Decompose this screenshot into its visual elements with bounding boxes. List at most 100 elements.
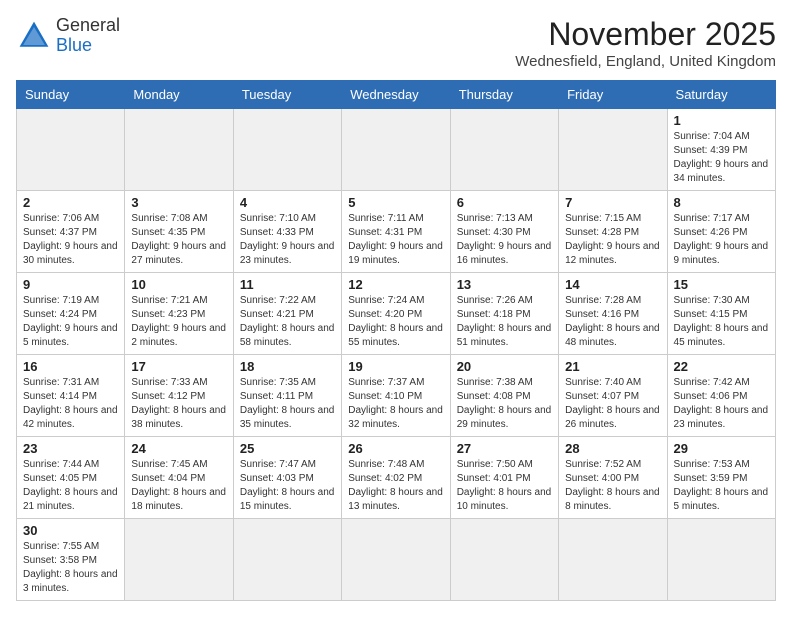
day-cell: 17Sunrise: 7:33 AM Sunset: 4:12 PM Dayli… — [125, 355, 233, 437]
day-info: Sunrise: 7:35 AM Sunset: 4:11 PM Dayligh… — [240, 376, 335, 432]
day-cell: 30 Sunrise: 7:55 AM Sunset: 3:58 PM Dayli… — [17, 519, 125, 601]
logo-text: General Blue — [56, 16, 120, 56]
day-info: Sunrise: 7:30 AM Sunset: 4:15 PM Dayligh… — [674, 294, 769, 350]
day-number: 8 — [674, 195, 769, 210]
day-number: 29 — [674, 441, 769, 456]
logo-icon — [16, 18, 52, 54]
day-cell: 12 Sunrise: 7:24 AM Sunset: 4:20 PM Dayli… — [342, 273, 450, 355]
day-info: Sunrise: 7:37 AM Sunset: 4:10 PM Dayligh… — [348, 376, 443, 432]
day-info: Sunrise: 7:26 AM Sunset: 4:18 PM Dayligh… — [457, 294, 552, 350]
day-cell — [450, 109, 558, 191]
day-cell: 3 Sunrise: 7:08 AM Sunset: 4:35 PM Daylig… — [125, 191, 233, 273]
day-cell: 21 Sunrise: 7:40 AM Sunset: 4:07 PM Dayli… — [559, 355, 667, 437]
weekday-header-tuesday: Tuesday — [233, 81, 341, 109]
calendar-body: 1 Sunrise: 7:04 AM Sunset: 4:39 PM Daylig… — [17, 109, 776, 601]
day-number: 3 — [131, 195, 226, 210]
day-cell: 20Sunrise: 7:38 AM Sunset: 4:08 PM Dayli… — [450, 355, 558, 437]
day-number: 10 — [131, 277, 226, 292]
day-cell: 11 Sunrise: 7:22 AM Sunset: 4:21 PM Dayli… — [233, 273, 341, 355]
day-info: Sunrise: 7:06 AM Sunset: 4:37 PM Dayligh… — [23, 212, 118, 268]
week-row-4: 16Sunrise: 7:31 AM Sunset: 4:14 PM Dayli… — [17, 355, 776, 437]
day-cell — [342, 519, 450, 601]
weekday-header-sunday: Sunday — [17, 81, 125, 109]
week-row-5: 23 Sunrise: 7:44 AM Sunset: 4:05 PM Dayli… — [17, 437, 776, 519]
day-number: 4 — [240, 195, 335, 210]
day-cell: 26Sunrise: 7:48 AM Sunset: 4:02 PM Dayli… — [342, 437, 450, 519]
day-info: Sunrise: 7:19 AM Sunset: 4:24 PM Dayligh… — [23, 294, 118, 350]
day-number: 23 — [23, 441, 118, 456]
day-cell: 15 Sunrise: 7:30 AM Sunset: 4:15 PM Dayli… — [667, 273, 775, 355]
day-info: Sunrise: 7:17 AM Sunset: 4:26 PM Dayligh… — [674, 212, 769, 268]
day-cell — [125, 519, 233, 601]
day-info: Sunrise: 7:04 AM Sunset: 4:39 PM Dayligh… — [674, 130, 769, 186]
day-info: Sunrise: 7:50 AM Sunset: 4:01 PM Dayligh… — [457, 458, 552, 514]
day-number: 28 — [565, 441, 660, 456]
day-cell: 19Sunrise: 7:37 AM Sunset: 4:10 PM Dayli… — [342, 355, 450, 437]
day-cell: 29 Sunrise: 7:53 AM Sunset: 3:59 PM Dayli… — [667, 437, 775, 519]
day-info: Sunrise: 7:44 AM Sunset: 4:05 PM Dayligh… — [23, 458, 118, 514]
day-number: 18 — [240, 359, 335, 374]
day-number: 13 — [457, 277, 552, 292]
day-cell: 16Sunrise: 7:31 AM Sunset: 4:14 PM Dayli… — [17, 355, 125, 437]
day-number: 11 — [240, 277, 335, 292]
day-cell: 2 Sunrise: 7:06 AM Sunset: 4:37 PM Daylig… — [17, 191, 125, 273]
day-info: Sunrise: 7:15 AM Sunset: 4:28 PM Dayligh… — [565, 212, 660, 268]
day-number: 7 — [565, 195, 660, 210]
week-row-3: 9 Sunrise: 7:19 AM Sunset: 4:24 PM Daylig… — [17, 273, 776, 355]
weekday-header-monday: Monday — [125, 81, 233, 109]
day-info: Sunrise: 7:53 AM Sunset: 3:59 PM Dayligh… — [674, 458, 769, 514]
day-number: 15 — [674, 277, 769, 292]
day-number: 6 — [457, 195, 552, 210]
day-number: 9 — [23, 277, 118, 292]
day-number: 20 — [457, 359, 552, 374]
day-cell — [233, 519, 341, 601]
day-number: 27 — [457, 441, 552, 456]
day-cell: 1 Sunrise: 7:04 AM Sunset: 4:39 PM Daylig… — [667, 109, 775, 191]
day-cell — [450, 519, 558, 601]
day-cell: 6 Sunrise: 7:13 AM Sunset: 4:30 PM Daylig… — [450, 191, 558, 273]
day-info: Sunrise: 7:28 AM Sunset: 4:16 PM Dayligh… — [565, 294, 660, 350]
day-info: Sunrise: 7:47 AM Sunset: 4:03 PM Dayligh… — [240, 458, 335, 514]
day-number: 2 — [23, 195, 118, 210]
day-cell: 13 Sunrise: 7:26 AM Sunset: 4:18 PM Dayli… — [450, 273, 558, 355]
day-cell: 23 Sunrise: 7:44 AM Sunset: 4:05 PM Dayli… — [17, 437, 125, 519]
day-cell: 24Sunrise: 7:45 AM Sunset: 4:04 PM Dayli… — [125, 437, 233, 519]
weekday-header-wednesday: Wednesday — [342, 81, 450, 109]
day-cell — [559, 519, 667, 601]
calendar-title: November 2025 — [515, 16, 776, 53]
day-number: 1 — [674, 113, 769, 128]
day-number: 21 — [565, 359, 660, 374]
week-row-6: 30 Sunrise: 7:55 AM Sunset: 3:58 PM Dayli… — [17, 519, 776, 601]
day-cell: 8 Sunrise: 7:17 AM Sunset: 4:26 PM Daylig… — [667, 191, 775, 273]
day-cell — [233, 109, 341, 191]
calendar-table: SundayMondayTuesdayWednesdayThursdayFrid… — [16, 80, 776, 601]
day-cell: 7 Sunrise: 7:15 AM Sunset: 4:28 PM Daylig… — [559, 191, 667, 273]
day-info: Sunrise: 7:21 AM Sunset: 4:23 PM Dayligh… — [131, 294, 226, 350]
day-info: Sunrise: 7:11 AM Sunset: 4:31 PM Dayligh… — [348, 212, 443, 268]
day-info: Sunrise: 7:45 AM Sunset: 4:04 PM Dayligh… — [131, 458, 226, 514]
day-number: 30 — [23, 523, 118, 538]
day-info: Sunrise: 7:24 AM Sunset: 4:20 PM Dayligh… — [348, 294, 443, 350]
week-row-1: 1 Sunrise: 7:04 AM Sunset: 4:39 PM Daylig… — [17, 109, 776, 191]
day-info: Sunrise: 7:13 AM Sunset: 4:30 PM Dayligh… — [457, 212, 552, 268]
day-cell — [667, 519, 775, 601]
day-cell: 5Sunrise: 7:11 AM Sunset: 4:31 PM Daylig… — [342, 191, 450, 273]
day-cell: 18 Sunrise: 7:35 AM Sunset: 4:11 PM Dayli… — [233, 355, 341, 437]
day-cell — [342, 109, 450, 191]
day-number: 14 — [565, 277, 660, 292]
day-info: Sunrise: 7:40 AM Sunset: 4:07 PM Dayligh… — [565, 376, 660, 432]
day-info: Sunrise: 7:08 AM Sunset: 4:35 PM Dayligh… — [131, 212, 226, 268]
day-number: 25 — [240, 441, 335, 456]
day-cell: 10 Sunrise: 7:21 AM Sunset: 4:23 PM Dayli… — [125, 273, 233, 355]
day-cell: 22Sunrise: 7:42 AM Sunset: 4:06 PM Dayli… — [667, 355, 775, 437]
day-info: Sunrise: 7:55 AM Sunset: 3:58 PM Dayligh… — [23, 540, 118, 596]
day-cell: 4Sunrise: 7:10 AM Sunset: 4:33 PM Daylig… — [233, 191, 341, 273]
day-number: 26 — [348, 441, 443, 456]
day-info: Sunrise: 7:22 AM Sunset: 4:21 PM Dayligh… — [240, 294, 335, 350]
day-info: Sunrise: 7:33 AM Sunset: 4:12 PM Dayligh… — [131, 376, 226, 432]
calendar-subtitle: Wednesfield, England, United Kingdom — [515, 53, 776, 70]
weekday-header-row: SundayMondayTuesdayWednesdayThursdayFrid… — [17, 81, 776, 109]
day-number: 16 — [23, 359, 118, 374]
calendar-header: SundayMondayTuesdayWednesdayThursdayFrid… — [17, 81, 776, 109]
day-number: 12 — [348, 277, 443, 292]
